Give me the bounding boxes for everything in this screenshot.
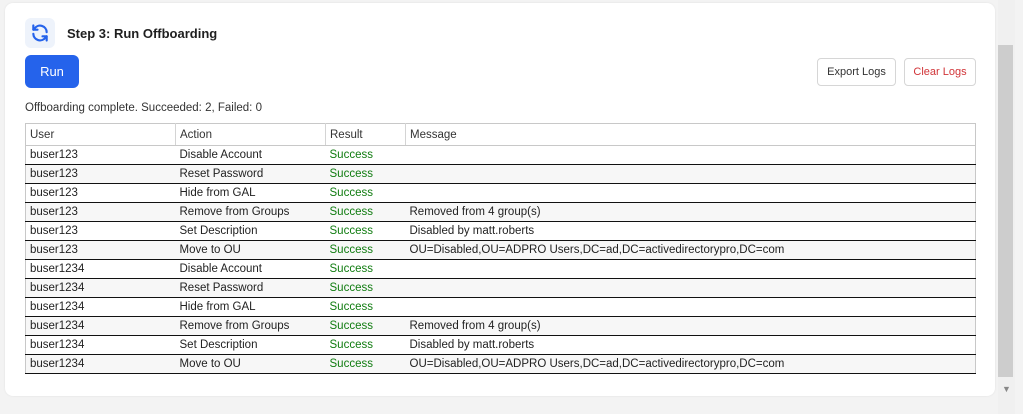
cell-user: buser1234 [25, 297, 176, 317]
cell-message [405, 145, 976, 165]
cell-message: Removed from 4 group(s) [405, 316, 976, 336]
cell-action: Reset Password [175, 164, 326, 184]
cell-user: buser1234 [25, 335, 176, 355]
cell-message: Disabled by matt.roberts [405, 335, 976, 355]
cell-result: Success [325, 240, 406, 260]
cell-message: Removed from 4 group(s) [405, 202, 976, 222]
cell-user: buser123 [25, 145, 176, 165]
table-row[interactable]: buser1234 Move to OU Success OU=Disabled,OU… [25, 354, 976, 374]
cell-action: Remove from Groups [175, 316, 326, 336]
column-header-action[interactable]: Action [175, 123, 326, 146]
column-header-user[interactable]: User [25, 123, 176, 146]
cell-action: Move to OU [175, 354, 326, 374]
cell-user: buser123 [25, 202, 176, 222]
cell-result: Success [325, 297, 406, 317]
cell-action: Set Description [175, 335, 326, 355]
cell-result: Success [325, 164, 406, 184]
cell-result: Success [325, 221, 406, 241]
cell-user: buser1234 [25, 354, 176, 374]
cell-user: buser1234 [25, 278, 176, 298]
cell-result: Success [325, 183, 406, 203]
cell-message: OU=Disabled,OU=ADPRO Users,DC=ad,DC=acti… [405, 354, 976, 374]
table-row[interactable]: buser123 Reset Password Success [25, 164, 976, 184]
column-header-result[interactable]: Result [325, 123, 406, 146]
table-row[interactable]: buser1234 Remove from Groups Success Remove… [25, 316, 976, 336]
cell-user: buser123 [25, 240, 176, 260]
export-logs-button[interactable]: Export Logs [817, 58, 896, 86]
cell-action: Move to OU [175, 240, 326, 260]
cell-message [405, 183, 976, 203]
cell-action: Disable Account [175, 145, 326, 165]
cell-message [405, 297, 976, 317]
cell-user: buser1234 [25, 259, 176, 279]
cell-action: Hide from GAL [175, 297, 326, 317]
cell-message [405, 278, 976, 298]
cell-action: Remove from Groups [175, 202, 326, 222]
table-row[interactable]: buser1234 Reset Password Success [25, 278, 976, 298]
scroll-down-arrow-icon[interactable]: ▼ [998, 382, 1015, 396]
cell-message: OU=Disabled,OU=ADPRO Users,DC=ad,DC=acti… [405, 240, 976, 260]
cell-message: Disabled by matt.roberts [405, 221, 976, 241]
scrollbar-thumb[interactable] [998, 45, 1013, 377]
cell-user: buser1234 [25, 316, 176, 336]
cell-action: Hide from GAL [175, 183, 326, 203]
cell-message [405, 164, 976, 184]
table-row[interactable]: buser123 Move to OU Success OU=Disabled,OU=… [25, 240, 976, 260]
cell-result: Success [325, 202, 406, 222]
cell-message [405, 259, 976, 279]
cell-result: Success [325, 278, 406, 298]
table-row[interactable]: buser123 Hide from GAL Success [25, 183, 976, 203]
table-row[interactable]: buser123 Set Description Success Disabled b… [25, 221, 976, 241]
cell-action: Disable Account [175, 259, 326, 279]
cell-result: Success [325, 316, 406, 336]
table-row[interactable]: buser1234 Set Description Success Disabled … [25, 335, 976, 355]
cell-user: buser123 [25, 221, 176, 241]
page-title: Step 3: Run Offboarding [67, 25, 218, 41]
table-row[interactable]: buser1234 Disable Account Success [25, 259, 976, 279]
table-row[interactable]: buser123 Remove from Groups Success Removed… [25, 202, 976, 222]
cell-action: Set Description [175, 221, 326, 241]
step-header: Step 3: Run Offboarding [25, 18, 217, 48]
results-table: User Action Result Message buser123 Disab… [25, 123, 976, 374]
table-row[interactable]: buser123 Disable Account Success [25, 145, 976, 165]
cell-result: Success [325, 354, 406, 374]
cell-action: Reset Password [175, 278, 326, 298]
cell-result: Success [325, 335, 406, 355]
cell-result: Success [325, 259, 406, 279]
cell-user: buser123 [25, 164, 176, 184]
refresh-icon [25, 18, 55, 48]
column-header-message[interactable]: Message [405, 123, 976, 146]
cell-result: Success [325, 145, 406, 165]
vertical-scrollbar[interactable]: ▼ [998, 0, 1015, 414]
run-button[interactable]: Run [25, 55, 79, 88]
table-header-row: User Action Result Message [25, 123, 976, 146]
clear-logs-button[interactable]: Clear Logs [904, 58, 976, 86]
status-text: Offboarding complete. Succeeded: 2, Fail… [25, 102, 262, 114]
offboarding-card: Step 3: Run Offboarding Run Export Logs … [5, 3, 995, 396]
cell-user: buser123 [25, 183, 176, 203]
table-row[interactable]: buser1234 Hide from GAL Success [25, 297, 976, 317]
